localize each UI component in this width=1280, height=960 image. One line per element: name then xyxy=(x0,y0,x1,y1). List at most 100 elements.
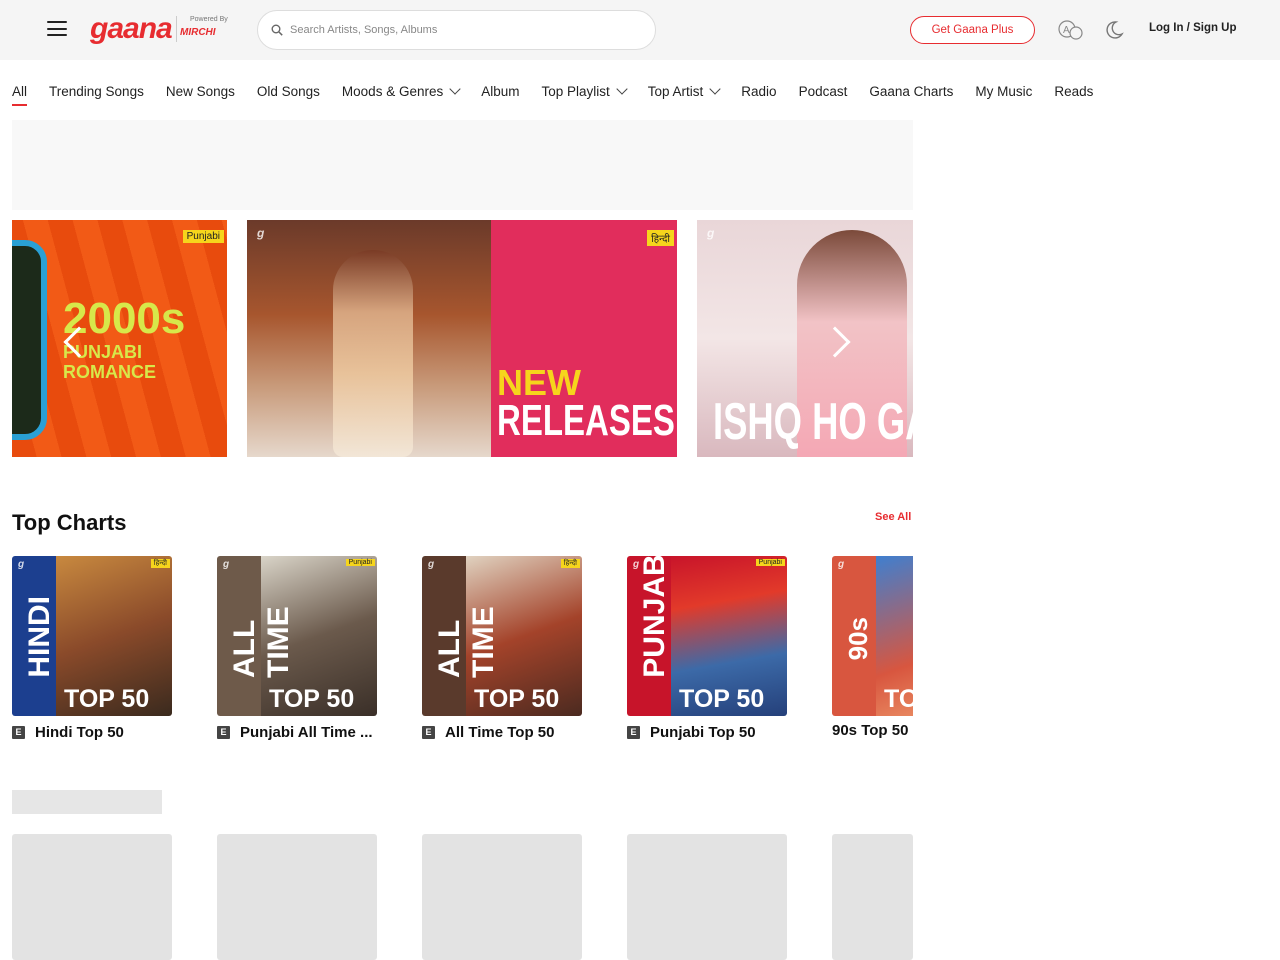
chart-title[interactable]: E All Time Top 50 xyxy=(422,724,582,741)
nav-label: Podcast xyxy=(798,83,848,99)
chart-title[interactable]: E Punjabi All Time ... xyxy=(217,724,377,741)
nav-radio[interactable]: Radio xyxy=(741,80,776,102)
artwork-vertical-text: ALL TIME xyxy=(433,606,500,678)
loading-card-placeholder xyxy=(217,834,377,960)
nav-label: Trending Songs xyxy=(49,83,144,99)
chart-card-all-time-top-50[interactable]: g हिन्दी ALL TIME TOP 50 E All Time Top 5… xyxy=(422,556,582,741)
explicit-badge: E xyxy=(627,726,640,739)
dark-mode-moon-icon[interactable] xyxy=(1104,20,1124,40)
gaana-watermark-icon: g xyxy=(18,559,25,570)
chevron-down-icon xyxy=(709,83,721,95)
loading-card-placeholder xyxy=(627,834,787,960)
chevron-down-icon xyxy=(449,83,461,95)
nav-my-music[interactable]: My Music xyxy=(975,80,1032,102)
chart-card-hindi-top-50[interactable]: g हिन्दी HINDI TOP 50 E Hindi Top 50 xyxy=(12,556,172,741)
nav-label: All xyxy=(12,83,28,99)
category-nav: All Trending Songs New Songs Old Songs M… xyxy=(12,80,1115,106)
artwork-bottom-text: TOP 50 xyxy=(269,685,355,713)
nav-all[interactable]: All xyxy=(12,80,28,106)
nav-top-artist[interactable]: Top Artist xyxy=(647,80,721,102)
chart-title[interactable]: E Punjabi Top 50 xyxy=(627,724,787,741)
nav-top-playlist[interactable]: Top Playlist xyxy=(541,80,628,102)
nav-label: Top Playlist xyxy=(541,83,610,99)
nav-trending-songs[interactable]: Trending Songs xyxy=(49,80,144,102)
artwork-vertical-text: 90s xyxy=(843,616,873,660)
artwork-vertical-text: HINDI xyxy=(23,596,56,678)
loading-card-placeholder xyxy=(832,834,913,960)
svg-text:A: A xyxy=(1063,25,1070,36)
chart-title[interactable]: E Hindi Top 50 xyxy=(12,724,172,741)
carousel-slide-ishq-ho-gaya[interactable]: g ISHQ HO GAY xyxy=(697,220,913,457)
gaana-logo[interactable]: gaana xyxy=(90,12,173,46)
chart-title[interactable]: 90s Top 50 xyxy=(832,722,913,739)
language-icon[interactable]: A xyxy=(1057,19,1085,41)
chart-label: 90s Top 50 xyxy=(832,722,909,739)
gaana-watermark-icon: g xyxy=(838,559,845,570)
language-tag: हिन्दी xyxy=(150,559,170,568)
loading-card-placeholder xyxy=(12,834,172,960)
carousel-slide-new-releases[interactable]: g NEW RELEASES हिन्दी xyxy=(247,220,677,457)
gaana-watermark-icon: g xyxy=(257,226,265,240)
nav-label: Reads xyxy=(1054,83,1094,99)
search-box[interactable] xyxy=(257,10,656,50)
top-charts-row: g हिन्दी HINDI TOP 50 E Hindi Top 50 g Pu… xyxy=(12,556,913,756)
language-tag: Punjabi xyxy=(755,559,785,566)
top-header: gaana Powered By MIRCHI Get Gaana Plus A… xyxy=(0,0,1280,60)
nav-label: Radio xyxy=(741,83,777,99)
language-tag: हिन्दी xyxy=(647,230,674,246)
artwork-bottom-text: TOP 50 xyxy=(474,685,560,713)
phone-graphic xyxy=(12,240,47,440)
artwork-bottom-text: TOP 50 xyxy=(679,685,765,713)
chart-artwork[interactable]: g 90s TO xyxy=(832,556,913,716)
hamburger-menu-icon[interactable] xyxy=(47,21,67,39)
carousel-slide-punjabi-romance[interactable]: 2000s PUNJABI ROMANCE Punjabi xyxy=(12,220,227,457)
see-all-link[interactable]: See All xyxy=(875,511,911,523)
nav-podcast[interactable]: Podcast xyxy=(799,80,848,102)
artwork-figure xyxy=(333,250,413,457)
slide-title: ISHQ HO GAY xyxy=(713,393,913,451)
nav-label: Album xyxy=(481,83,520,99)
chart-label: All Time Top 50 xyxy=(445,724,555,741)
artwork-bottom-text: TO xyxy=(884,685,913,713)
nav-label: Gaana Charts xyxy=(869,83,954,99)
chart-artwork[interactable]: g Punjabi PUNJABI TOP 50 xyxy=(627,556,787,716)
explicit-badge: E xyxy=(12,726,25,739)
slide-artwork xyxy=(247,220,491,457)
chart-label: Punjabi All Time ... xyxy=(240,724,373,741)
loading-card-placeholder xyxy=(422,834,582,960)
gaana-watermark-icon: g xyxy=(707,226,715,240)
get-gaana-plus-button[interactable]: Get Gaana Plus xyxy=(910,16,1035,44)
chart-card-punjabi-all-time[interactable]: g Punjabi ALL TIME TOP 50 E Punjabi All T… xyxy=(217,556,377,741)
explicit-badge: E xyxy=(217,726,230,739)
section-title-top-charts: Top Charts xyxy=(12,510,127,535)
nav-label: Top Artist xyxy=(647,83,704,99)
loading-section-title-placeholder xyxy=(12,790,162,814)
chart-artwork[interactable]: g Punjabi ALL TIME TOP 50 xyxy=(217,556,377,716)
search-input[interactable] xyxy=(290,19,640,41)
nav-gaana-charts[interactable]: Gaana Charts xyxy=(869,80,953,102)
chart-artwork[interactable]: g हिन्दी HINDI TOP 50 xyxy=(12,556,172,716)
chart-artwork[interactable]: g हिन्दी ALL TIME TOP 50 xyxy=(422,556,582,716)
logo-divider xyxy=(176,16,177,42)
artwork-vertical-text: PUNJABI xyxy=(638,556,671,678)
search-icon xyxy=(271,24,283,36)
login-signup-link[interactable]: Log In / Sign Up xyxy=(1149,22,1237,34)
ad-banner-placeholder xyxy=(12,120,913,210)
language-tag: हिन्दी xyxy=(560,559,580,568)
chart-card-punjabi-top-50[interactable]: g Punjabi PUNJABI TOP 50 E Punjabi Top 50 xyxy=(627,556,787,741)
nav-album[interactable]: Album xyxy=(481,80,519,102)
artwork-bottom-text: TOP 50 xyxy=(64,685,150,713)
hero-carousel: 2000s PUNJABI ROMANCE Punjabi g NEW RELEA… xyxy=(12,220,913,458)
nav-reads[interactable]: Reads xyxy=(1054,80,1093,102)
nav-label: New Songs xyxy=(165,83,235,99)
slide-subtitle-line2: ROMANCE xyxy=(63,362,156,382)
powered-by-text: Powered By xyxy=(190,16,228,23)
language-tag: Punjabi xyxy=(182,230,224,243)
explicit-badge: E xyxy=(422,726,435,739)
nav-label: Moods & Genres xyxy=(341,83,444,99)
artwork-vertical-text: ALL TIME xyxy=(228,606,295,678)
chart-card-90s-top-50[interactable]: g 90s TO 90s Top 50 xyxy=(832,556,913,739)
nav-new-songs[interactable]: New Songs xyxy=(166,80,235,102)
nav-old-songs[interactable]: Old Songs xyxy=(257,80,320,102)
nav-moods-genres[interactable]: Moods & Genres xyxy=(341,80,461,102)
